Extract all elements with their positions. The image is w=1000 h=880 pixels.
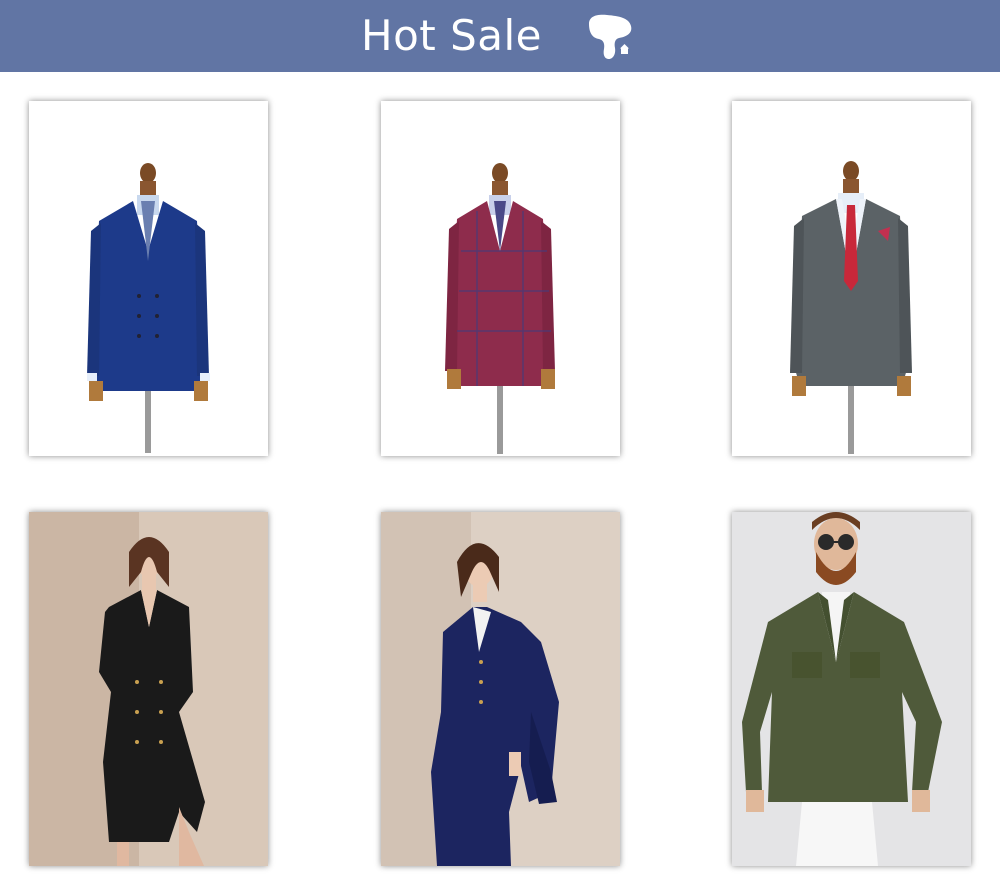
product-image: [732, 101, 971, 456]
product-image: [381, 512, 620, 866]
product-card[interactable]: [732, 512, 971, 866]
product-card[interactable]: [29, 512, 268, 866]
product-image: [381, 101, 620, 456]
product-card[interactable]: [381, 101, 620, 456]
header-banner: Hot Sale: [0, 0, 1000, 72]
product-image: [732, 512, 971, 866]
product-card[interactable]: [29, 101, 268, 456]
page-title: Hot Sale: [361, 11, 543, 60]
product-card[interactable]: [732, 101, 971, 456]
product-image: [29, 512, 268, 866]
product-card[interactable]: [381, 512, 620, 866]
product-image: [29, 101, 268, 456]
brand-logo-icon: [585, 10, 639, 64]
